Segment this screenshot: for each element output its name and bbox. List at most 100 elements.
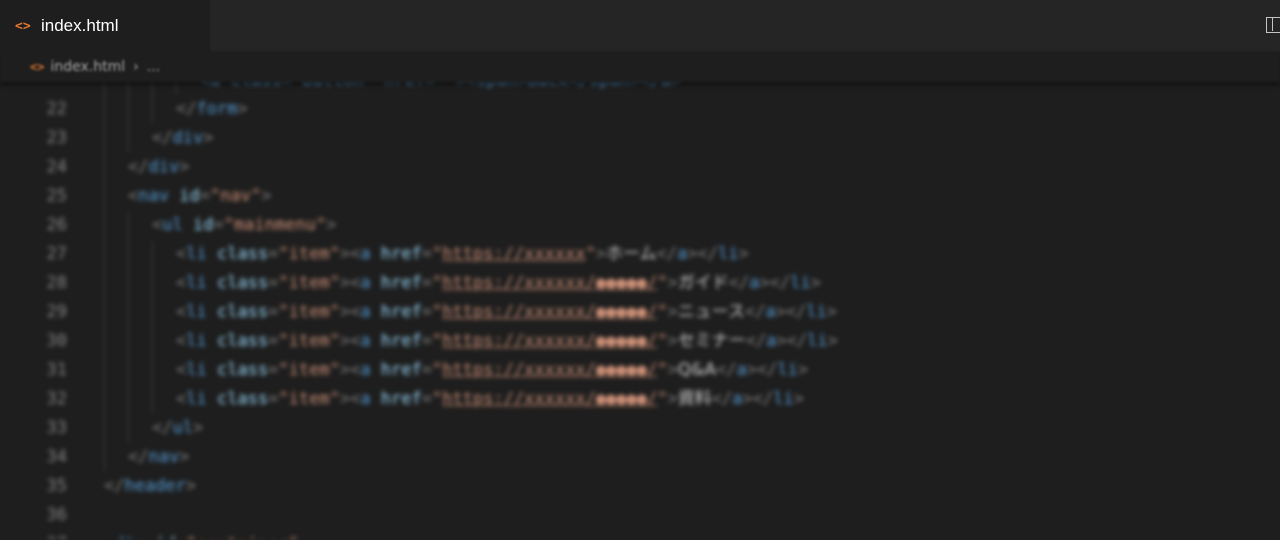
code-token: "	[585, 244, 596, 264]
code-token: "item"	[278, 273, 340, 293]
indent-guide	[104, 443, 105, 472]
line-number: 29	[46, 302, 67, 322]
indent-guide	[152, 269, 153, 298]
code-token: href	[370, 360, 422, 380]
tab-bar: <> index.html	[0, 0, 1280, 52]
code-token: "item"	[278, 331, 340, 351]
tab-index-html[interactable]: <> index.html	[0, 0, 210, 52]
code-token: class	[206, 389, 269, 409]
indent-guide	[128, 385, 129, 414]
line-number: 35	[46, 476, 67, 496]
code-token: </	[715, 360, 737, 380]
code-token: <	[128, 186, 139, 206]
code-line[interactable]: 28 <li class="item"><a href="https://xxxx…	[0, 269, 1280, 298]
line-number: 26	[46, 215, 67, 235]
indent-guide	[152, 95, 153, 124]
code-token: ><	[339, 389, 361, 409]
code-token: class	[206, 244, 269, 264]
code-token: >	[326, 215, 337, 235]
code-token: https://xxxxxx/●●●●●/	[442, 360, 658, 380]
code-token: =	[176, 534, 186, 540]
html-file-icon: <>	[15, 18, 31, 34]
code-token: </	[152, 128, 173, 148]
indent-guide	[104, 124, 105, 153]
code-token: a	[360, 389, 371, 409]
code-token: a	[360, 302, 371, 322]
code-line[interactable]: 34 </nav>	[0, 443, 1280, 472]
code-token: "	[432, 389, 443, 409]
code-token: =	[268, 360, 279, 380]
line-number: 31	[46, 360, 67, 380]
html-file-icon: <>	[30, 60, 45, 74]
code-token: li	[186, 302, 207, 322]
code-token: "container"	[186, 534, 299, 540]
code-token: >	[827, 331, 838, 351]
code-text: <li class="item"><a href="https://xxxxxx…	[176, 298, 837, 327]
indent-guide	[104, 182, 105, 211]
code-token: a	[360, 244, 371, 264]
code-token: =	[268, 331, 279, 351]
code-token: header	[124, 476, 186, 496]
code-token: <	[176, 302, 187, 322]
code-line[interactable]: 37 <div id="container">	[0, 530, 1280, 540]
code-token: ></	[746, 360, 778, 380]
code-line[interactable]: 24 </div>	[0, 153, 1280, 182]
code-token: href	[370, 302, 422, 322]
code-token: href	[370, 331, 422, 351]
code-token: <	[176, 244, 187, 264]
code-token: >	[667, 389, 678, 409]
code-token: ガイド	[677, 273, 729, 293]
code-token: class	[206, 302, 269, 322]
indent-guide	[104, 298, 105, 327]
code-token: </	[152, 418, 173, 438]
indent-guide	[104, 211, 105, 240]
indent-guide	[128, 124, 129, 153]
code-text: <div id="container">	[104, 530, 309, 540]
code-line[interactable]: 23 </div>	[0, 124, 1280, 153]
breadcrumb-file[interactable]: index.html	[50, 59, 125, 75]
code-token: </	[128, 157, 149, 177]
code-token: href	[370, 389, 422, 409]
code-token: ><	[339, 302, 361, 322]
code-line[interactable]: 30 <li class="item"><a href="https://xxxx…	[0, 327, 1280, 356]
code-line[interactable]: 36	[0, 501, 1280, 530]
split-editor-icon[interactable]	[1266, 17, 1280, 33]
code-token: >	[237, 99, 248, 119]
code-token: Q&A	[677, 360, 716, 380]
code-token: "	[657, 389, 668, 409]
code-token: li	[186, 273, 207, 293]
code-token: >	[738, 244, 749, 264]
code-line[interactable]: 35 </header>	[0, 472, 1280, 501]
code-line[interactable]: 32 <li class="item"><a href="https://xxxx…	[0, 385, 1280, 414]
code-text: <li class="item"><a href="https://xxxxxx…	[176, 385, 804, 414]
indent-guide	[128, 298, 129, 327]
line-number: 24	[46, 157, 67, 177]
code-line[interactable]: 33 </ul>	[0, 414, 1280, 443]
code-token: div	[114, 534, 145, 540]
code-token: ><	[339, 360, 361, 380]
code-token: "nav"	[209, 186, 262, 206]
line-number: 22	[46, 99, 67, 119]
indent-guide	[128, 414, 129, 443]
line-number: 27	[46, 244, 67, 264]
code-token: >	[185, 476, 197, 496]
code-line[interactable]: 29 <li class="item"><a href="https://xxxx…	[0, 298, 1280, 327]
code-line[interactable]: 26 <ul id="mainmenu">	[0, 211, 1280, 240]
code-token: =	[268, 244, 279, 264]
code-token: >	[192, 418, 204, 438]
tab-label: index.html	[41, 16, 119, 35]
code-line[interactable]: 27 <li class="item"><a href="https://xxxx…	[0, 240, 1280, 269]
code-token: li	[718, 244, 739, 264]
code-token: ニュース	[677, 302, 745, 322]
code-line[interactable]: 25 <nav id="nav">	[0, 182, 1280, 211]
code-token: </	[128, 447, 149, 467]
code-editor[interactable]: <a class="button" href=""><span>Back</sp…	[0, 66, 1280, 540]
code-line[interactable]: 31 <li class="item"><a href="https://xxxx…	[0, 356, 1280, 385]
code-token: a	[677, 244, 688, 264]
code-token: div	[148, 157, 180, 177]
code-line[interactable]: 22 </form>	[0, 95, 1280, 124]
breadcrumb: <> index.html › ...	[0, 52, 1280, 82]
code-text: <nav id="nav">	[128, 182, 271, 211]
breadcrumb-more[interactable]: ...	[147, 59, 160, 75]
code-text: <li class="item"><a href="https://xxxxxx…	[176, 356, 808, 385]
